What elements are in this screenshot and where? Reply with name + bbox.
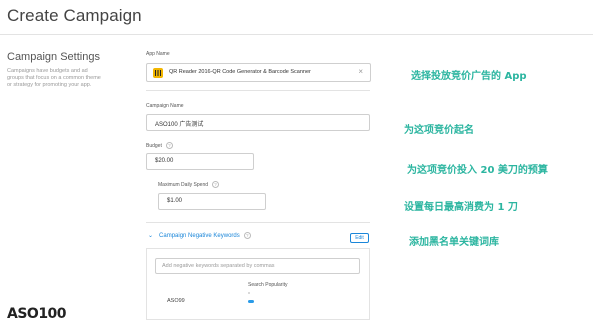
app-name-select[interactable]: QR Reader 2016-QR Code Generator & Barco… xyxy=(146,63,371,82)
popularity-bar xyxy=(248,300,254,303)
chevron-down-icon: ⌄ xyxy=(148,233,154,240)
negative-keywords-panel: Add negative keywords separated by comma… xyxy=(146,248,370,320)
app-name-label: App Name xyxy=(146,51,170,57)
section-divider xyxy=(146,90,370,91)
search-popularity-header: Search Popularity xyxy=(248,282,288,288)
section-description: Campaigns have budgets and ad groups tha… xyxy=(7,68,101,88)
section-title: Campaign Settings xyxy=(7,51,100,63)
budget-label: Budget? xyxy=(146,142,173,149)
daily-spend-label: Maximum Daily Spend? xyxy=(158,181,220,188)
daily-spend-label-text: Maximum Daily Spend xyxy=(158,181,209,188)
title-divider xyxy=(0,34,593,35)
negative-keywords-placeholder: Add negative keywords separated by comma… xyxy=(162,263,275,269)
qr-code-icon xyxy=(153,68,163,78)
annotation-budget: 为这项竞价投入 20 美刀的预算 xyxy=(407,165,548,176)
help-icon[interactable]: ? xyxy=(243,232,251,239)
annotation-daily-spend: 设置每日最高消费为 1 刀 xyxy=(404,202,518,213)
section-divider xyxy=(146,222,370,223)
annotation-name-campaign: 为这项竞价起名 xyxy=(404,125,474,136)
app-name-value: QR Reader 2016-QR Code Generator & Barco… xyxy=(169,69,311,75)
annotation-select-app: 选择投放竞价广告的 App xyxy=(411,71,527,82)
page-title: Create Campaign xyxy=(7,6,142,25)
close-icon[interactable]: × xyxy=(358,67,363,76)
help-icon[interactable]: ? xyxy=(165,142,173,149)
campaign-name-label: Campaign Name xyxy=(146,103,184,109)
help-icon[interactable]: ? xyxy=(212,181,220,188)
campaign-name-input[interactable]: ASO100 广告测试 xyxy=(146,114,370,131)
brand-logo: ASO100 xyxy=(7,306,67,322)
budget-input[interactable]: $20.00 xyxy=(146,153,254,170)
campaign-name-value: ASO100 广告测试 xyxy=(155,122,204,128)
popularity-indicator-dot xyxy=(248,292,250,294)
budget-value: $20.00 xyxy=(155,158,174,164)
negative-keywords-input[interactable]: Add negative keywords separated by comma… xyxy=(155,258,360,274)
keyword-row-text: ASO99 xyxy=(167,298,185,304)
edit-button[interactable]: Edit xyxy=(350,233,369,243)
budget-label-text: Budget xyxy=(146,142,162,149)
negative-keywords-toggle[interactable]: ⌄ Campaign Negative Keywords? xyxy=(148,232,251,239)
annotation-negative-keywords: 添加黑名单关键词库 xyxy=(409,237,499,248)
daily-spend-value: $1.00 xyxy=(167,198,183,204)
negative-keywords-title: Campaign Negative Keywords xyxy=(159,233,240,240)
daily-spend-input[interactable]: $1.00 xyxy=(158,193,266,210)
